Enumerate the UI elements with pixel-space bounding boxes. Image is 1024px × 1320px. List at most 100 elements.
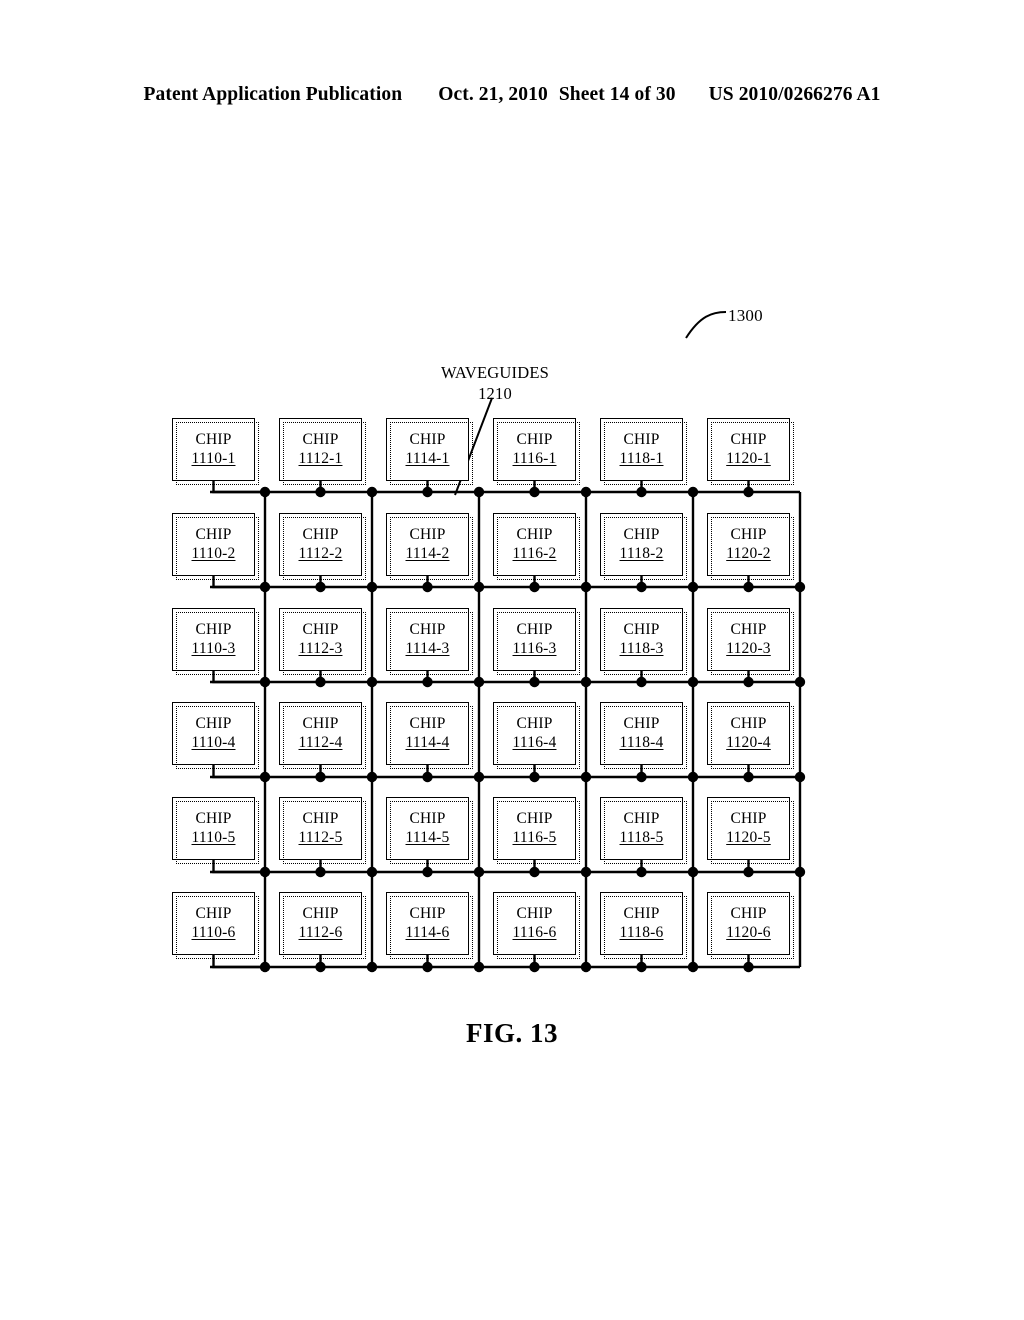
chip-label-word: CHIP bbox=[302, 430, 339, 448]
chip-label-word: CHIP bbox=[409, 430, 446, 448]
leader-line-1300 bbox=[685, 311, 727, 339]
chip-label-id: 1118-3 bbox=[619, 639, 664, 657]
chip-1112-3: CHIP 1112-3 bbox=[279, 608, 366, 675]
chip-label-id: 1114-3 bbox=[405, 639, 450, 657]
junction-dot-cross-r1-c2 bbox=[366, 486, 378, 498]
junction-dot-cross-r1-c5 bbox=[687, 486, 699, 498]
chip-label-word: CHIP bbox=[195, 904, 232, 922]
chip-1118-1: CHIP 1118-1 bbox=[600, 418, 687, 485]
chip-label-id: 1114-4 bbox=[405, 733, 450, 751]
junction-dot-cross-r6-c3 bbox=[473, 961, 485, 973]
chip-1120-1: CHIP 1120-1 bbox=[707, 418, 794, 485]
junction-dot-cross-r3-c4 bbox=[580, 676, 592, 688]
chip-label-id: 1114-6 bbox=[405, 923, 450, 941]
chip-1110-6: CHIP 1110-6 bbox=[172, 892, 259, 959]
chip-1114-1: CHIP 1114-1 bbox=[386, 418, 473, 485]
chip-label-word: CHIP bbox=[195, 525, 232, 543]
junction-dot-cross-r2-c4 bbox=[580, 581, 592, 593]
chip-label-word: CHIP bbox=[730, 620, 767, 638]
chip-label-word: CHIP bbox=[623, 809, 660, 827]
chip-label-id: 1110-4 bbox=[191, 733, 236, 751]
junction-dot-cross-r5-c4 bbox=[580, 866, 592, 878]
chip-label-id: 1112-4 bbox=[298, 733, 343, 751]
waveguides-callout-title: WAVEGUIDES bbox=[440, 363, 550, 382]
chip-1110-5: CHIP 1110-5 bbox=[172, 797, 259, 864]
junction-dot-cross-r1-c4 bbox=[580, 486, 592, 498]
junction-dot-stub-1116-6 bbox=[529, 961, 540, 973]
chip-label-id: 1118-6 bbox=[619, 923, 664, 941]
junction-dot-cross-r4-c1 bbox=[259, 771, 271, 783]
chip-label-word: CHIP bbox=[516, 620, 553, 638]
chip-1118-6: CHIP 1118-6 bbox=[600, 892, 687, 959]
chip-1118-4: CHIP 1118-4 bbox=[600, 702, 687, 769]
chip-label-id: 1112-6 bbox=[298, 923, 343, 941]
chip-label-id: 1118-1 bbox=[619, 449, 664, 467]
junction-dot-cross-r5-c3 bbox=[473, 866, 485, 878]
junction-dot-cross-r6-c4 bbox=[580, 961, 592, 973]
chip-label-id: 1120-6 bbox=[726, 923, 771, 941]
junction-dot-stub-1116-5 bbox=[529, 866, 540, 878]
chip-label-word: CHIP bbox=[516, 525, 553, 543]
junction-dot-stub-1118-3 bbox=[636, 676, 647, 688]
junction-dot-cross-r3-c5 bbox=[687, 676, 699, 688]
waveguides-callout-ref: 1210 bbox=[478, 384, 512, 404]
chip-label-id: 1120-1 bbox=[726, 449, 771, 467]
chip-1120-4: CHIP 1120-4 bbox=[707, 702, 794, 769]
junction-dot-cross-r3-c3 bbox=[473, 676, 485, 688]
waveguides-callout: WAVEGUIDES 1210 bbox=[440, 362, 550, 404]
chip-label-word: CHIP bbox=[623, 620, 660, 638]
chip-label-id: 1112-2 bbox=[298, 544, 343, 562]
chip-1116-5: CHIP 1116-5 bbox=[493, 797, 580, 864]
junction-dot-stub-1120-2 bbox=[743, 581, 754, 593]
chip-stub-1110-3 bbox=[212, 671, 265, 684]
junction-dot-cross-r1-c1 bbox=[259, 486, 271, 498]
junction-dot-stub-1118-1 bbox=[636, 486, 647, 498]
chip-1114-6: CHIP 1114-6 bbox=[386, 892, 473, 959]
chip-label-id: 1114-2 bbox=[405, 544, 450, 562]
junction-dot-stub-1118-4 bbox=[636, 771, 647, 783]
junction-dot-stub-1112-4 bbox=[315, 771, 326, 783]
chip-1114-2: CHIP 1114-2 bbox=[386, 513, 473, 580]
junction-dot-cross-r4-c3 bbox=[473, 771, 485, 783]
chip-label-word: CHIP bbox=[516, 809, 553, 827]
chip-1120-3: CHIP 1120-3 bbox=[707, 608, 794, 675]
chip-label-id: 1112-1 bbox=[298, 449, 343, 467]
junction-dot-stub-1120-6 bbox=[743, 961, 754, 973]
junction-dot-cross-r6-c5 bbox=[687, 961, 699, 973]
chip-label-word: CHIP bbox=[516, 430, 553, 448]
junction-dot-stub-1114-4 bbox=[422, 771, 433, 783]
chip-1118-3: CHIP 1118-3 bbox=[600, 608, 687, 675]
chip-label-id: 1116-2 bbox=[512, 544, 557, 562]
chip-label-word: CHIP bbox=[516, 714, 553, 732]
chip-1116-1: CHIP 1116-1 bbox=[493, 418, 580, 485]
junction-dot-cross-r5-c5 bbox=[687, 866, 699, 878]
chip-1120-2: CHIP 1120-2 bbox=[707, 513, 794, 580]
chip-label-id: 1110-3 bbox=[191, 639, 236, 657]
junction-dot-stub-1114-2 bbox=[422, 581, 433, 593]
chip-label-id: 1116-5 bbox=[512, 828, 557, 846]
chip-label-id: 1114-5 bbox=[405, 828, 450, 846]
chip-label-word: CHIP bbox=[195, 430, 232, 448]
junction-dot-stub-1112-1 bbox=[315, 486, 326, 498]
chip-1114-3: CHIP 1114-3 bbox=[386, 608, 473, 675]
chip-label-word: CHIP bbox=[409, 714, 446, 732]
chip-1112-5: CHIP 1112-5 bbox=[279, 797, 366, 864]
chip-label-id: 1110-1 bbox=[191, 449, 236, 467]
chip-label-word: CHIP bbox=[195, 620, 232, 638]
chip-label-word: CHIP bbox=[730, 430, 767, 448]
chip-label-id: 1116-3 bbox=[512, 639, 557, 657]
junction-dot-stub-1114-5 bbox=[422, 866, 433, 878]
junction-dot-stub-1116-1 bbox=[529, 486, 540, 498]
chip-1114-5: CHIP 1114-5 bbox=[386, 797, 473, 864]
chip-stub-1110-1 bbox=[212, 481, 265, 494]
junction-dot-stub-1112-6 bbox=[315, 961, 326, 973]
junction-dot-cross-r6-c2 bbox=[366, 961, 378, 973]
chip-stub-1110-6 bbox=[212, 955, 265, 969]
chip-1120-6: CHIP 1120-6 bbox=[707, 892, 794, 959]
chip-stub-1110-2 bbox=[212, 576, 265, 589]
chip-label-word: CHIP bbox=[730, 714, 767, 732]
junction-dot-stub-1118-5 bbox=[636, 866, 647, 878]
chip-label-word: CHIP bbox=[730, 904, 767, 922]
chip-1116-3: CHIP 1116-3 bbox=[493, 608, 580, 675]
chip-label-word: CHIP bbox=[623, 430, 660, 448]
